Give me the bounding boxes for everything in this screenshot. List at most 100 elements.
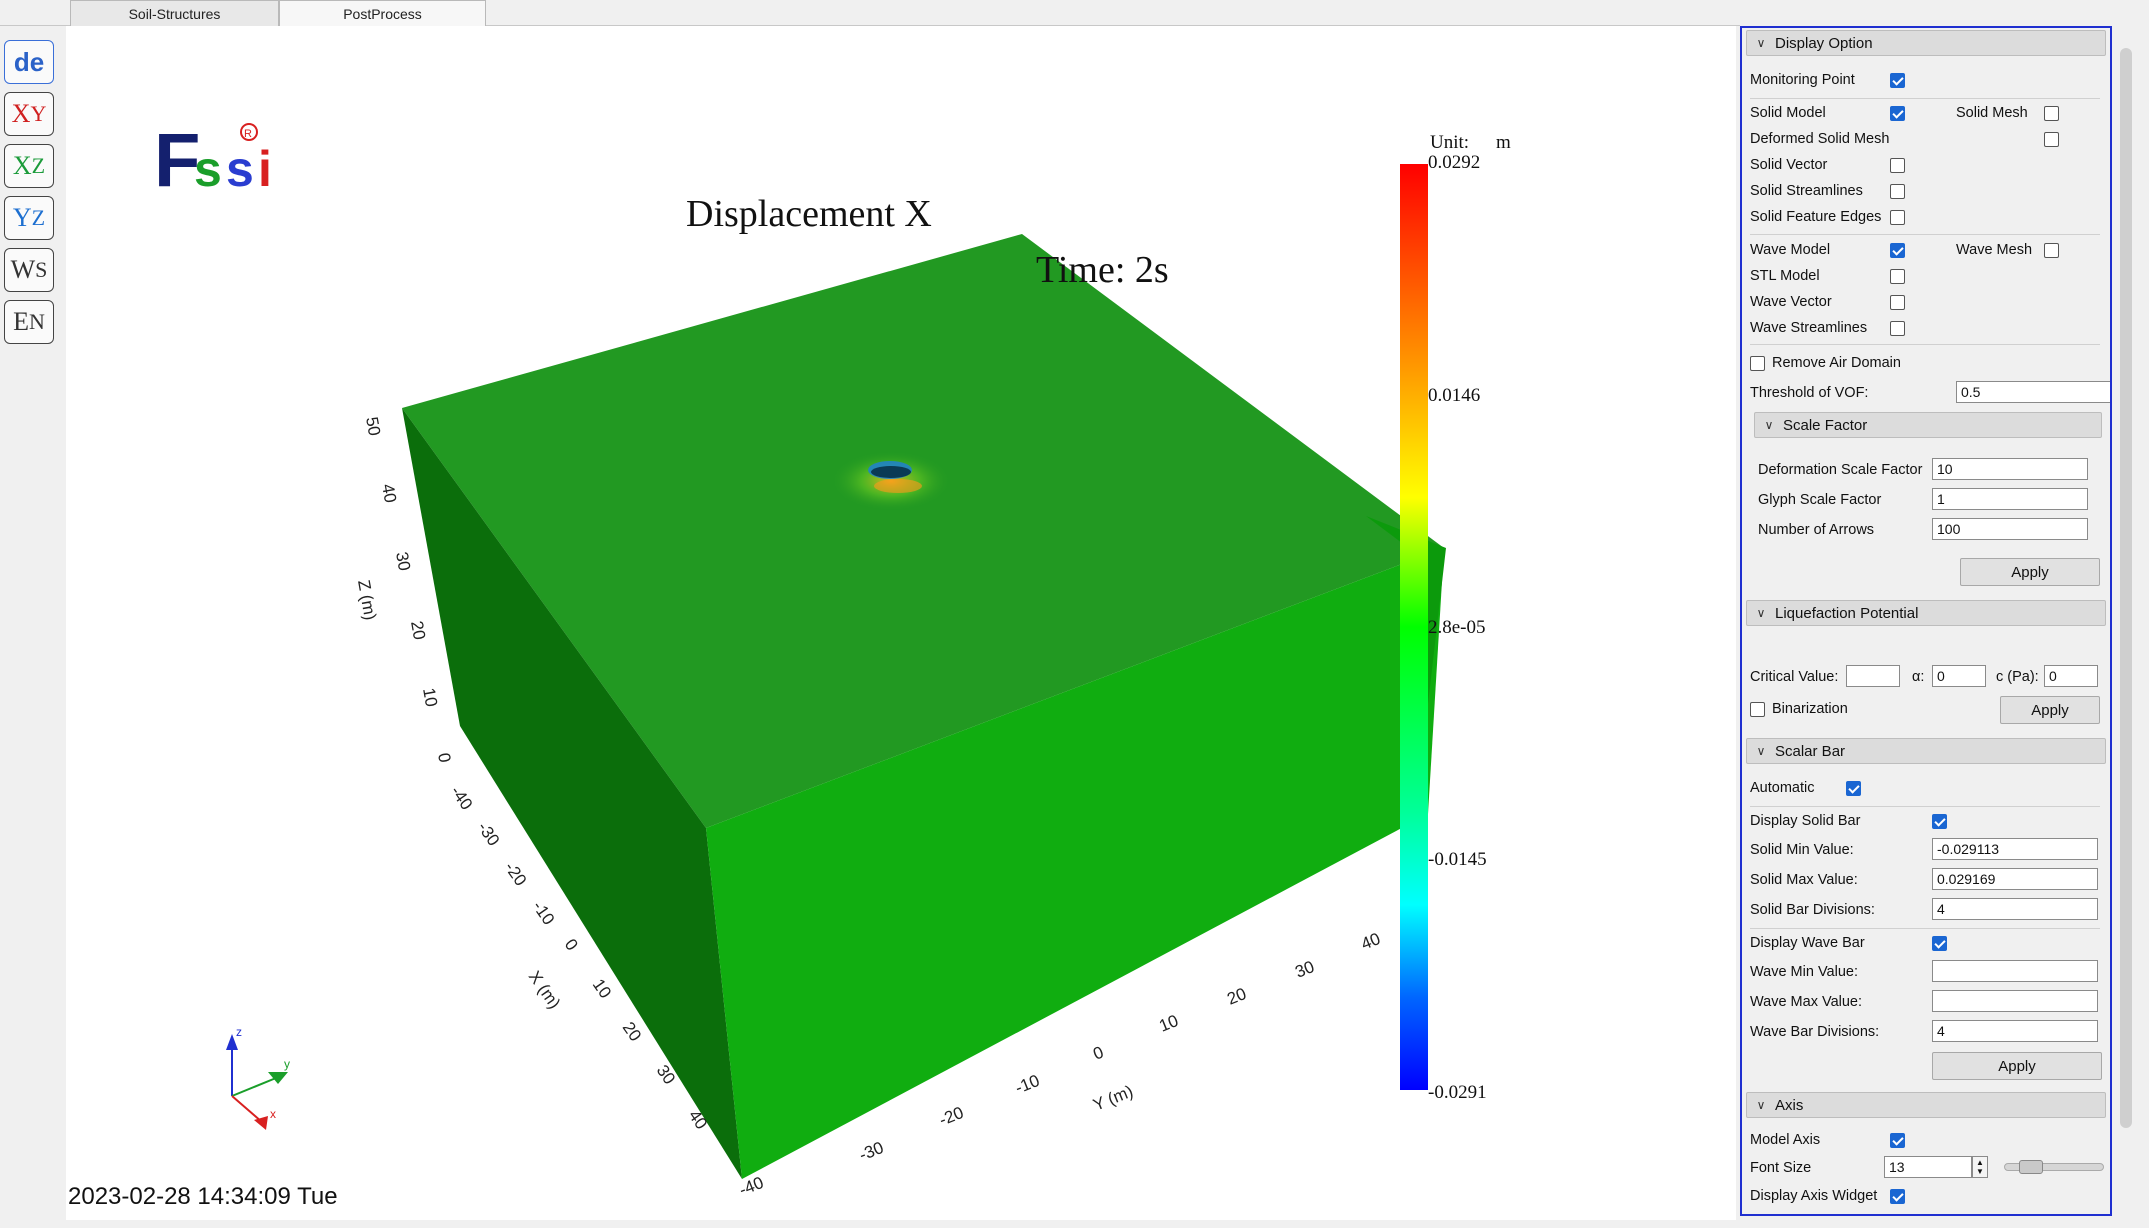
- binarization-checkbox[interactable]: [1750, 702, 1765, 717]
- x-tick: -40: [447, 782, 477, 813]
- mode-button[interactable]: de: [4, 40, 54, 84]
- colorbar-tick: 0.0146: [1428, 385, 1480, 406]
- solid-min-label: Solid Min Value:: [1750, 842, 1854, 858]
- stl-model-checkbox[interactable]: [1890, 269, 1905, 284]
- font-size-spinner[interactable]: ▲ ▼: [1972, 1156, 1988, 1178]
- wave-model-checkbox[interactable]: [1890, 243, 1905, 258]
- display-axis-widget-checkbox[interactable]: [1890, 1189, 1905, 1204]
- wave-divisions-label: Wave Bar Divisions:: [1750, 1024, 1880, 1040]
- solid-feature-edges-checkbox[interactable]: [1890, 210, 1905, 225]
- view-yz-button[interactable]: YZ: [4, 196, 54, 240]
- display-solid-bar-checkbox[interactable]: [1932, 814, 1947, 829]
- axis-title: Axis: [1775, 1096, 1804, 1114]
- 3d-viewport[interactable]: 50 40 30 20 10 0 Z (m) -40 -30 -20 -10 0…: [66, 26, 1736, 1220]
- deformed-solid-mesh-checkbox[interactable]: [2044, 132, 2059, 147]
- wave-vector-checkbox[interactable]: [1890, 295, 1905, 310]
- scalar-bar-apply-button[interactable]: Apply: [1932, 1052, 2102, 1080]
- wave-divisions-input[interactable]: [1932, 1020, 2098, 1042]
- number-of-arrows-input[interactable]: [1932, 518, 2088, 540]
- view-en-button[interactable]: EN: [4, 300, 54, 344]
- y-tick: 30: [1292, 957, 1317, 982]
- svg-text:i: i: [258, 141, 272, 197]
- z-tick: 30: [392, 550, 414, 572]
- y-tick: 0: [1090, 1043, 1106, 1064]
- threshold-vof-input[interactable]: [1956, 381, 2110, 403]
- x-axis-label: X (m): [525, 967, 564, 1012]
- c-pa-label: c (Pa):: [1996, 669, 2039, 685]
- deformed-solid-mesh-label: Deformed Solid Mesh: [1750, 131, 1890, 147]
- panel-scrollbar[interactable]: [2116, 26, 2138, 1216]
- panel-scrollbar-thumb[interactable]: [2120, 48, 2132, 1128]
- spin-down-icon[interactable]: ▼: [1976, 1167, 1984, 1176]
- solid-min-input[interactable]: [1932, 838, 2098, 860]
- solid-mesh-checkbox[interactable]: [2044, 106, 2059, 121]
- model-axis-checkbox[interactable]: [1890, 1133, 1905, 1148]
- orientation-axes-widget: z y x: [226, 1025, 290, 1130]
- font-size-input[interactable]: [1884, 1156, 1972, 1178]
- remove-air-domain-checkbox[interactable]: [1750, 356, 1765, 371]
- liquefaction-title: Liquefaction Potential: [1775, 604, 1919, 622]
- view-ws-main: W: [10, 255, 36, 284]
- threshold-vof-label: Threshold of VOF:: [1750, 385, 1869, 401]
- display-wave-bar-checkbox[interactable]: [1932, 936, 1947, 951]
- spin-up-icon[interactable]: ▲: [1976, 1158, 1984, 1167]
- tab-bar: Soil-Structures PostProcess: [0, 0, 1740, 26]
- mode-button-label: de: [13, 46, 45, 77]
- font-size-slider-thumb[interactable]: [2019, 1160, 2044, 1174]
- y-tick: 10: [1156, 1011, 1181, 1036]
- scale-apply-button[interactable]: Apply: [1960, 558, 2100, 586]
- view-xy-main: X: [11, 99, 31, 128]
- z-tick: 10: [419, 686, 441, 708]
- wave-min-input[interactable]: [1932, 960, 2098, 982]
- view-en-main: E: [13, 307, 29, 336]
- svg-text:s: s: [194, 141, 222, 197]
- critical-value-input[interactable]: [1846, 665, 1900, 687]
- monitoring-point-checkbox[interactable]: [1890, 73, 1905, 88]
- glyph-scale-input[interactable]: [1932, 488, 2088, 510]
- orient-x: x: [270, 1107, 276, 1121]
- liquefaction-apply-button[interactable]: Apply: [2000, 696, 2100, 724]
- tab-postprocess[interactable]: PostProcess: [279, 0, 486, 26]
- x-tick: 0: [561, 935, 582, 954]
- automatic-checkbox[interactable]: [1846, 781, 1861, 796]
- number-of-arrows-label: Number of Arrows: [1758, 522, 1875, 538]
- display-option-title: Display Option: [1775, 34, 1873, 52]
- solid-vector-checkbox[interactable]: [1890, 158, 1905, 173]
- view-xy-sub: Y: [30, 101, 47, 126]
- liquefaction-header[interactable]: ∨ Liquefaction Potential: [1746, 600, 2106, 626]
- display-option-header[interactable]: ∨ Display Option: [1746, 30, 2106, 56]
- view-xz-sub: Z: [31, 153, 46, 178]
- axis-header[interactable]: ∨ Axis: [1746, 1092, 2106, 1118]
- solid-streamlines-checkbox[interactable]: [1890, 184, 1905, 199]
- wave-mesh-checkbox[interactable]: [2044, 243, 2059, 258]
- wave-max-input[interactable]: [1932, 990, 2098, 1012]
- view-ws-sub: S: [35, 257, 48, 282]
- chevron-down-icon: ∨: [1756, 606, 1766, 620]
- wave-vector-label: Wave Vector: [1750, 294, 1832, 310]
- view-xz-button[interactable]: XZ: [4, 144, 54, 188]
- y-tick: -30: [856, 1138, 886, 1165]
- solid-model-label: Solid Model: [1750, 105, 1826, 121]
- solid-max-input[interactable]: [1932, 868, 2098, 890]
- solid-model-checkbox[interactable]: [1890, 106, 1905, 121]
- wave-streamlines-checkbox[interactable]: [1890, 321, 1905, 336]
- alpha-input[interactable]: [1932, 665, 1986, 687]
- deformation-scale-input[interactable]: [1932, 458, 2088, 480]
- solid-divisions-label: Solid Bar Divisions:: [1750, 902, 1875, 918]
- scale-factor-header[interactable]: ∨ Scale Factor: [1754, 412, 2102, 438]
- wave-mesh-label: Wave Mesh: [1956, 242, 2033, 258]
- tab-soil-structures[interactable]: Soil-Structures: [70, 0, 279, 26]
- hotspot-core: [871, 466, 911, 478]
- colorbar-tick: -0.0145: [1428, 849, 1487, 870]
- scalar-bar-header[interactable]: ∨ Scalar Bar: [1746, 738, 2106, 764]
- view-xy-button[interactable]: XY: [4, 92, 54, 136]
- solid-divisions-input[interactable]: [1932, 898, 2098, 920]
- colorbar: [1400, 164, 1428, 1090]
- svg-text:R: R: [244, 128, 252, 140]
- view-ws-button[interactable]: WS: [4, 248, 54, 292]
- y-tick: 20: [1224, 984, 1249, 1009]
- colorbar-unit: m: [1496, 132, 1511, 153]
- colorbar-unit-label: Unit:: [1430, 132, 1469, 153]
- c-pa-input[interactable]: [2044, 665, 2098, 687]
- z-tick: 50: [362, 415, 384, 437]
